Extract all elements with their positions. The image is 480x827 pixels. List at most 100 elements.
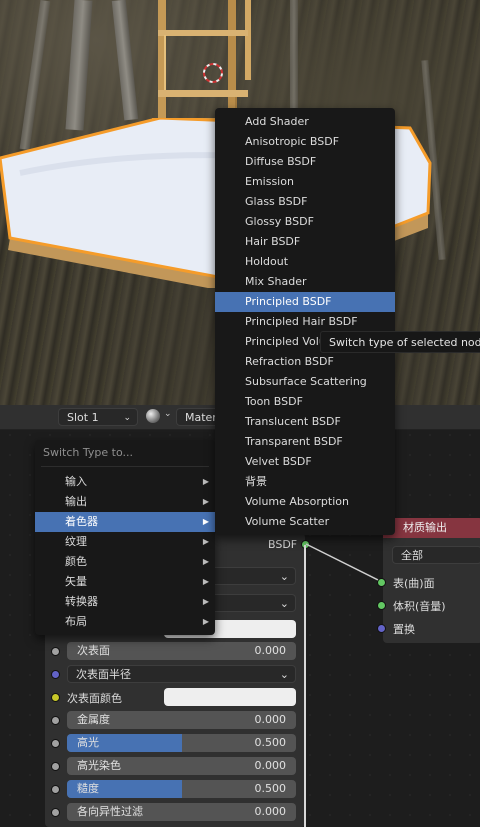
- submenu-arrow-icon: ▶: [202, 537, 209, 546]
- input-socket[interactable]: [51, 808, 60, 817]
- 3d-cursor-icon: [203, 63, 223, 83]
- chevron-down-icon: ⌄: [123, 413, 131, 423]
- field-label: 高光染色: [77, 759, 121, 772]
- node-title: 材质输出: [403, 521, 447, 534]
- material-sphere-icon[interactable]: [146, 409, 160, 423]
- dropdown-label: 全部: [401, 549, 423, 562]
- field-label: 次表面: [77, 644, 110, 657]
- menu-item-translucent-bsdf[interactable]: Translucent BSDF: [215, 412, 395, 432]
- material-slot-dropdown[interactable]: Slot 1 ⌄: [58, 408, 138, 426]
- menu-item-anisotropic-bsdf[interactable]: Anisotropic BSDF: [215, 132, 395, 152]
- input-socket[interactable]: [51, 785, 60, 794]
- menu-item-glossy-bsdf[interactable]: Glossy BSDF: [215, 212, 395, 232]
- input-socket[interactable]: [51, 739, 60, 748]
- specular-field[interactable]: 高光 0.500: [67, 734, 296, 752]
- field-value: 0.500: [254, 782, 287, 795]
- menu-item-toon-bsdf[interactable]: Toon BSDF: [215, 392, 395, 412]
- output-target-dropdown[interactable]: 全部: [392, 546, 480, 564]
- menu-item-vector[interactable]: 矢量 ▶: [35, 572, 215, 592]
- menu-item-transparent-bsdf[interactable]: Transparent BSDF: [215, 432, 395, 452]
- field-label: 高光: [77, 736, 99, 749]
- displacement-input-socket[interactable]: [377, 624, 386, 633]
- volume-input-label: 体积(音量): [393, 600, 446, 613]
- menu-item-mix-shader[interactable]: Mix Shader: [215, 272, 395, 292]
- node-header: ▾ 材质输出: [383, 518, 480, 538]
- submenu-arrow-icon: ▶: [202, 517, 209, 526]
- menu-item-input[interactable]: 输入 ▶: [35, 472, 215, 492]
- menu-item-refraction-bsdf[interactable]: Refraction BSDF: [215, 352, 395, 372]
- input-socket[interactable]: [51, 762, 60, 771]
- switch-type-menu: Switch Type to... 输入 ▶ 输出 ▶ 着色器 ▶ 纹理 ▶ 颜色 ▶ 矢…: [35, 440, 215, 635]
- field-label: 糙度: [77, 782, 99, 795]
- menu-item-texture[interactable]: 纹理 ▶: [35, 532, 215, 552]
- submenu-arrow-icon: ▶: [202, 477, 209, 486]
- menu-item-background[interactable]: 背景: [215, 472, 395, 492]
- field-value: 0.000: [254, 713, 287, 726]
- specular-tint-field[interactable]: 高光染色 0.000: [67, 757, 296, 775]
- bsdf-output-label: BSDF: [268, 538, 298, 551]
- field-value: 0.000: [254, 759, 287, 772]
- menu-item-volume-absorption[interactable]: Volume Absorption: [215, 492, 395, 512]
- menu-item-emission[interactable]: Emission: [215, 172, 395, 192]
- menu-item-add-shader[interactable]: Add Shader: [215, 112, 395, 132]
- surface-input-label: 表(曲)面: [393, 577, 435, 590]
- menu-item-label: 输入: [65, 475, 87, 488]
- subsurface-color-field[interactable]: [164, 688, 296, 706]
- menu-item-diffuse-bsdf[interactable]: Diffuse BSDF: [215, 152, 395, 172]
- submenu-arrow-icon: ▶: [202, 497, 209, 506]
- input-socket[interactable]: [51, 670, 60, 679]
- tooltip: Switch type of selected nodes: [320, 331, 480, 353]
- menu-item-velvet-bsdf[interactable]: Velvet BSDF: [215, 452, 395, 472]
- shader-type-menu: Add Shader Anisotropic BSDF Diffuse BSDF…: [215, 108, 395, 535]
- chevron-down-icon: ⌄: [164, 409, 172, 419]
- tree-trunk: [111, 0, 139, 121]
- material-slot-label: Slot 1: [67, 411, 99, 424]
- menu-item-color[interactable]: 颜色 ▶: [35, 552, 215, 572]
- chevron-down-icon: ⌄: [279, 570, 289, 583]
- material-output-node[interactable]: ▾ 材质输出 全部 表(曲)面 体积(音量) 置换: [383, 518, 480, 643]
- menu-item-label: 着色器: [65, 515, 98, 528]
- menu-item-label: 转换器: [65, 595, 98, 608]
- menu-item-glass-bsdf[interactable]: Glass BSDF: [215, 192, 395, 212]
- menu-item-principled-hair-bsdf[interactable]: Principled Hair BSDF: [215, 312, 395, 332]
- anisotropic-field[interactable]: 各向异性过滤 0.000: [67, 803, 296, 821]
- menu-item-shader[interactable]: 着色器 ▶: [35, 512, 215, 532]
- menu-item-hair-bsdf[interactable]: Hair BSDF: [215, 232, 395, 252]
- menu-item-label: 输出: [65, 495, 87, 508]
- menu-item-principled-bsdf[interactable]: Principled BSDF: [215, 292, 395, 312]
- submenu-arrow-icon: ▶: [202, 597, 209, 606]
- input-socket[interactable]: [51, 693, 60, 702]
- submenu-arrow-icon: ▶: [202, 577, 209, 586]
- volume-input-socket[interactable]: [377, 601, 386, 610]
- surface-input-socket[interactable]: [377, 578, 386, 587]
- menu-item-label: 纹理: [65, 535, 87, 548]
- displacement-input-label: 置换: [393, 623, 415, 636]
- subsurface-color-label: 次表面颜色: [67, 692, 122, 705]
- submenu-arrow-icon: ▶: [202, 557, 209, 566]
- submenu-arrow-icon: ▶: [202, 617, 209, 626]
- input-socket[interactable]: [51, 647, 60, 656]
- input-socket[interactable]: [51, 716, 60, 725]
- roughness-field[interactable]: 糙度 0.500: [67, 780, 296, 798]
- menu-item-label: 矢量: [65, 575, 87, 588]
- subsurface-field[interactable]: 次表面 0.000: [67, 642, 296, 660]
- field-label: 金属度: [77, 713, 110, 726]
- field-value: 0.000: [254, 805, 287, 818]
- field-value: 0.500: [254, 736, 287, 749]
- field-value: 0.000: [254, 644, 287, 657]
- menu-item-layout[interactable]: 布局 ▶: [35, 612, 215, 632]
- tree-trunk: [65, 0, 93, 131]
- menu-title: Switch Type to...: [43, 446, 133, 459]
- subsurface-radius-dropdown[interactable]: 次表面半径 ⌄: [67, 665, 296, 683]
- menu-item-volume-scatter[interactable]: Volume Scatter: [215, 512, 395, 532]
- chevron-down-icon: ⌄: [279, 668, 289, 681]
- menu-item-converter[interactable]: 转换器 ▶: [35, 592, 215, 612]
- chevron-down-icon: ⌄: [279, 597, 289, 610]
- menu-item-output[interactable]: 输出 ▶: [35, 492, 215, 512]
- menu-item-subsurface-scattering[interactable]: Subsurface Scattering: [215, 372, 395, 392]
- menu-separator: [41, 466, 209, 467]
- menu-item-holdout[interactable]: Holdout: [215, 252, 395, 272]
- menu-item-label: 颜色: [65, 555, 87, 568]
- dropdown-label: 次表面半径: [76, 668, 131, 681]
- metallic-field[interactable]: 金属度 0.000: [67, 711, 296, 729]
